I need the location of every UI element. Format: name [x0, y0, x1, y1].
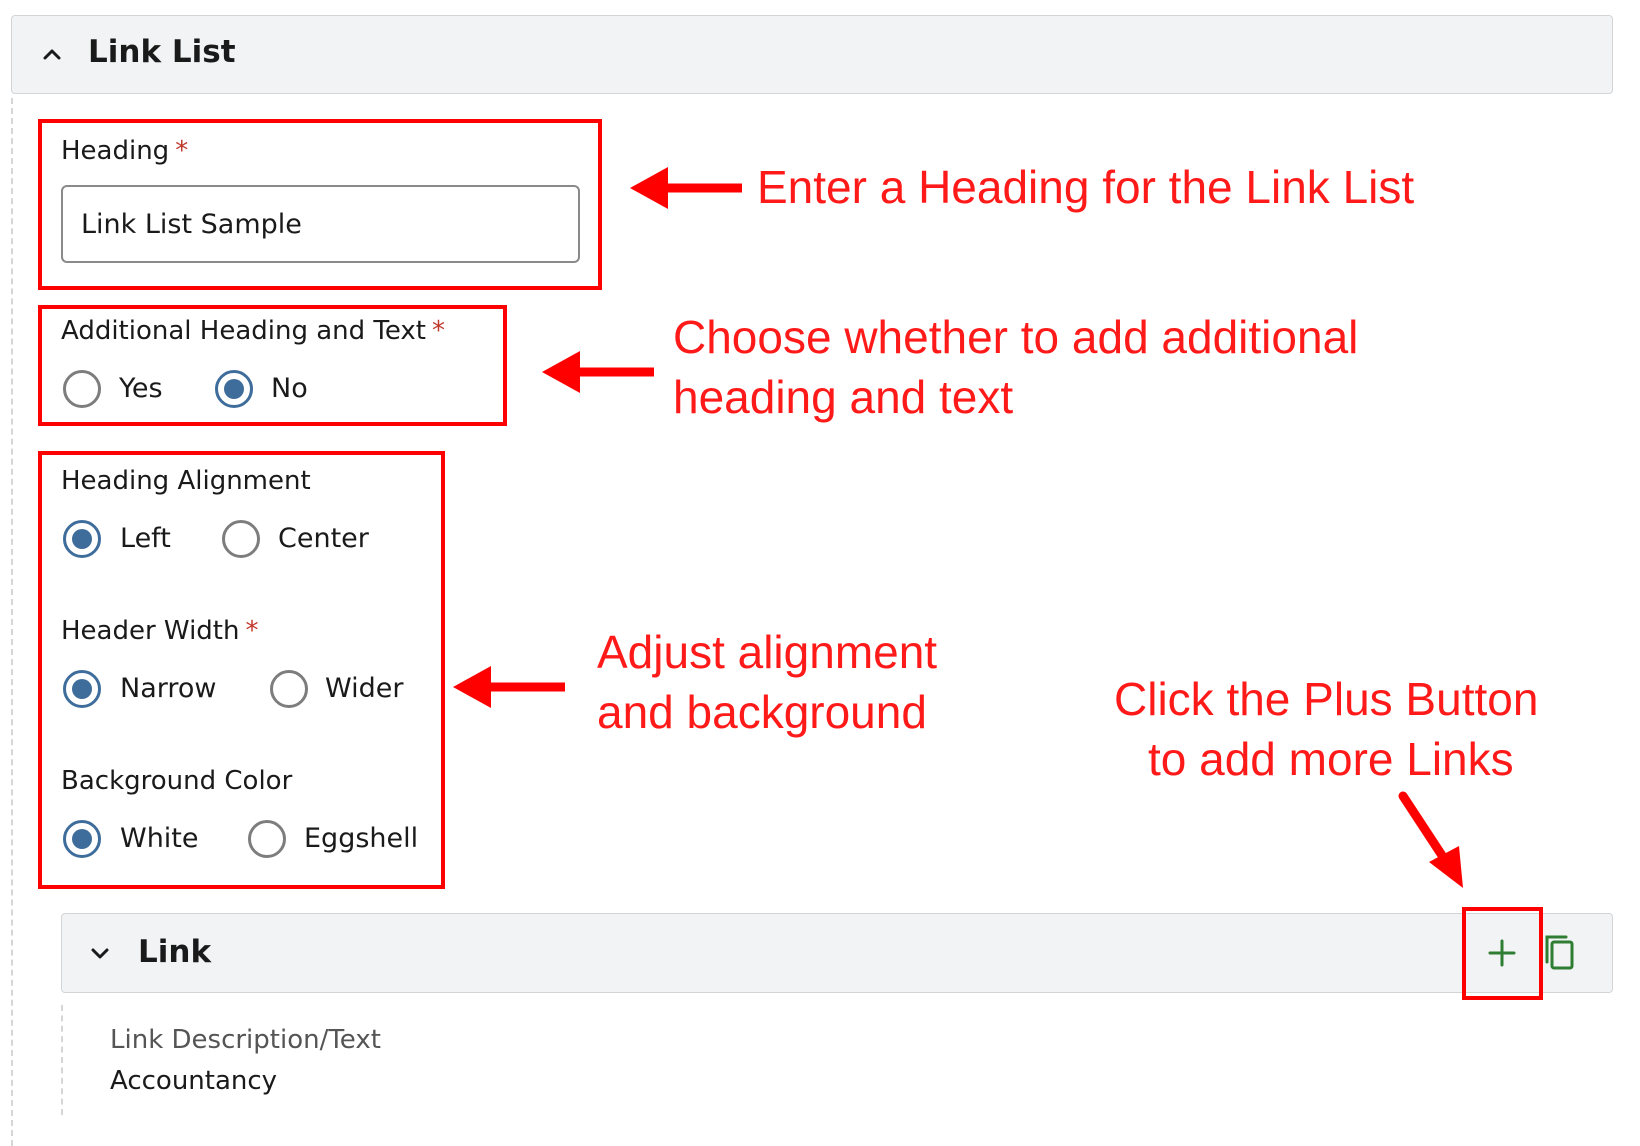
copy-icon — [1545, 935, 1574, 970]
link-list-section-header[interactable]: Link List — [11, 15, 1613, 94]
radio-no-label[interactable]: No — [271, 373, 308, 404]
heading-label-text: Heading — [61, 136, 170, 166]
heading-input[interactable] — [61, 185, 580, 263]
radio-no[interactable] — [215, 370, 253, 408]
chevron-up-icon[interactable] — [40, 42, 64, 66]
radio-white-label[interactable]: White — [120, 823, 199, 854]
radio-eggshell[interactable] — [248, 820, 286, 858]
link-description-value: Accountancy — [110, 1066, 278, 1096]
additional-annotation-line2: heading and text — [673, 371, 1014, 423]
radio-left[interactable] — [63, 520, 101, 558]
section-guide-line — [11, 98, 13, 1146]
plus-highlight-box — [1462, 907, 1543, 1000]
width-label: Header Width * — [61, 616, 258, 646]
required-marker: * — [175, 136, 189, 166]
additional-label: Additional Heading and Text * — [61, 316, 445, 346]
plus-annotation-line2: to add more Links — [1148, 733, 1514, 785]
section-title: Link List — [88, 34, 236, 70]
alignment-label: Heading Alignment — [61, 466, 311, 496]
radio-wider-label[interactable]: Wider — [325, 673, 403, 704]
radio-narrow-label[interactable]: Narrow — [120, 673, 216, 704]
arrow-left-icon — [542, 351, 654, 393]
radio-center-label[interactable]: Center — [278, 523, 369, 554]
radio-eggshell-label[interactable]: Eggshell — [304, 823, 418, 854]
radio-wider[interactable] — [270, 670, 308, 708]
alignment-annotation-line1: Adjust alignment — [597, 626, 938, 678]
radio-left-label[interactable]: Left — [120, 523, 171, 554]
chevron-down-icon[interactable] — [88, 942, 112, 966]
arrow-left-icon — [630, 167, 742, 209]
required-marker: * — [245, 616, 259, 646]
heading-label: Heading * — [61, 136, 188, 166]
additional-label-text: Additional Heading and Text — [61, 316, 427, 346]
width-label-text: Header Width — [61, 616, 240, 646]
link-guide-line — [61, 1005, 63, 1115]
heading-annotation: Enter a Heading for the Link List — [757, 161, 1415, 213]
arrow-down-right-icon — [1398, 791, 1463, 888]
plus-annotation-line1: Click the Plus Button — [1114, 673, 1539, 725]
radio-yes-label[interactable]: Yes — [119, 373, 163, 404]
bg-label: Background Color — [61, 766, 293, 796]
radio-narrow[interactable] — [63, 670, 101, 708]
duplicate-link-button[interactable] — [1540, 930, 1580, 976]
alignment-annotation-line2: and background — [597, 686, 927, 738]
additional-annotation-line1: Choose whether to add additional — [673, 311, 1359, 363]
radio-center[interactable] — [222, 520, 260, 558]
link-section-header[interactable]: Link — [61, 913, 1613, 993]
required-marker: * — [432, 316, 446, 346]
arrow-left-icon — [453, 666, 565, 708]
radio-white[interactable] — [63, 820, 101, 858]
link-description-label: Link Description/Text — [110, 1025, 381, 1055]
radio-yes[interactable] — [63, 370, 101, 408]
link-section-title: Link — [138, 934, 212, 970]
